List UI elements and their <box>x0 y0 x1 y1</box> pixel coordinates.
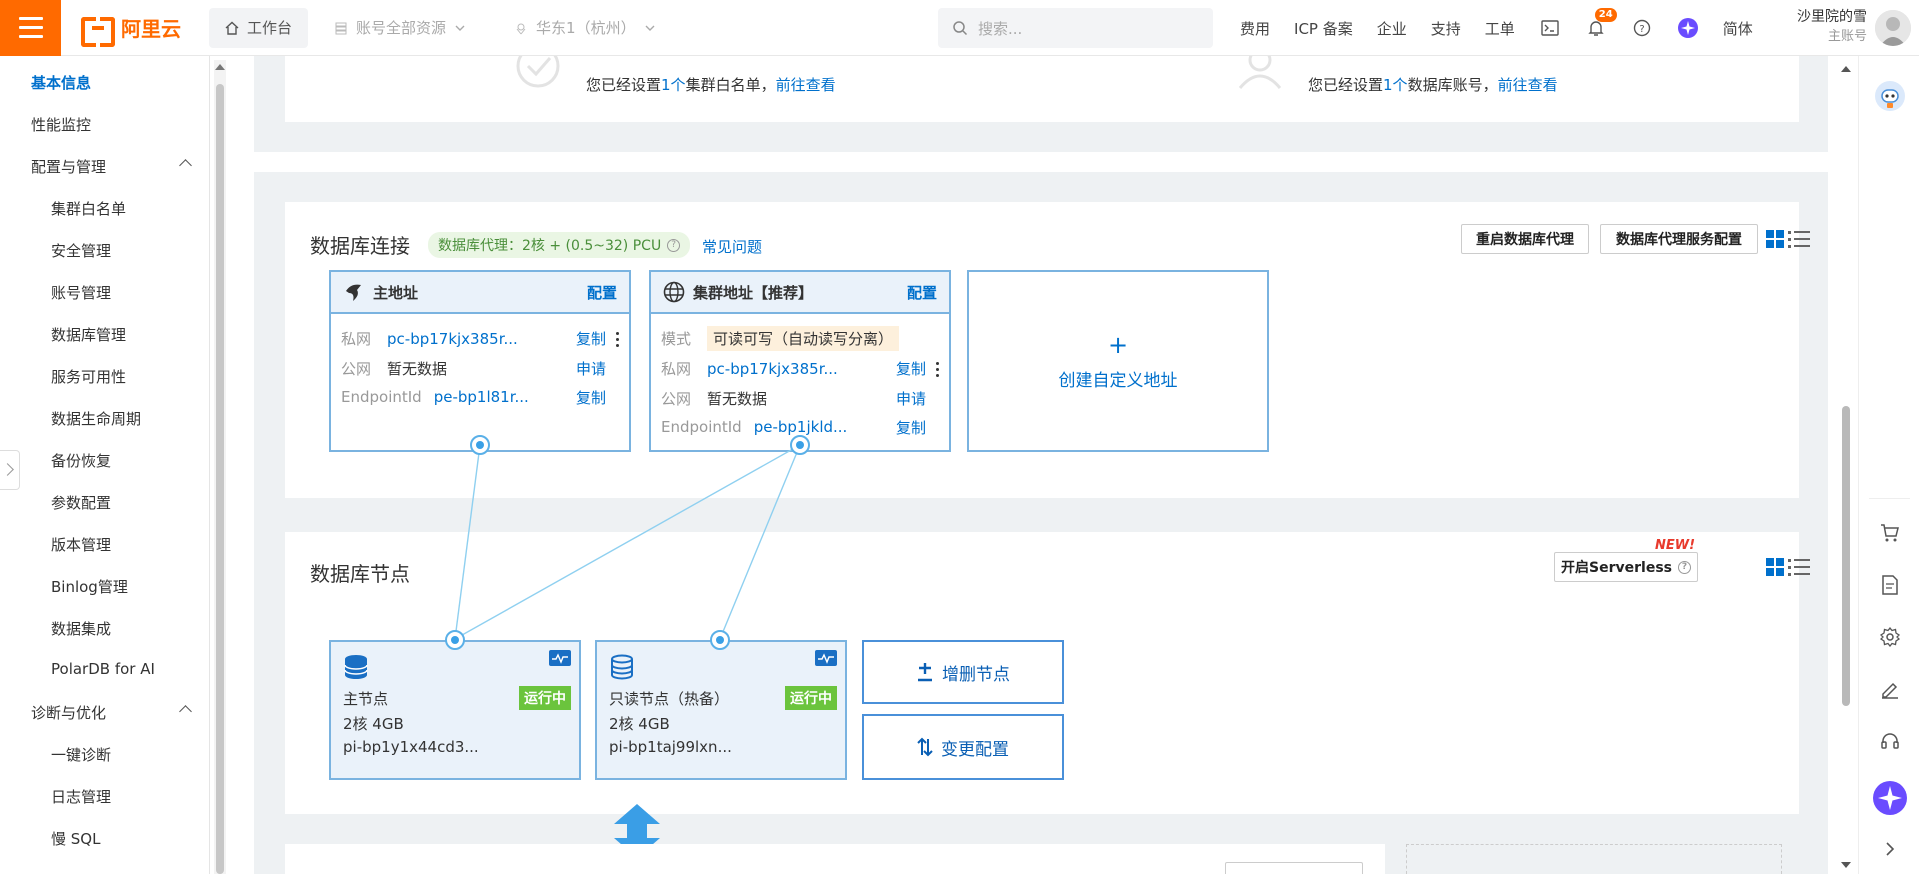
sidebar-item-databases[interactable]: 数据库管理 <box>0 324 210 345</box>
settings-icon[interactable] <box>1879 626 1901 648</box>
resource-selector[interactable]: 账号全部资源 <box>318 8 482 48</box>
logo-text: 阿里云 <box>121 17 181 41</box>
cart-icon[interactable] <box>1879 522 1901 544</box>
search-icon <box>953 21 968 36</box>
sidebar-group-config[interactable]: 配置与管理 <box>0 156 210 177</box>
ai-sparkle-icon[interactable] <box>1872 780 1908 816</box>
bottom-card <box>285 844 1385 874</box>
bottom-button[interactable] <box>1225 862 1363 874</box>
sidebar-item-backup[interactable]: 备份恢复 <box>0 450 210 471</box>
notification-badge: 24 <box>1594 8 1617 22</box>
layers-icon <box>335 22 347 34</box>
chevron-down-icon <box>645 25 655 31</box>
aliyun-logo-icon <box>81 16 115 47</box>
sidebar-item-integration[interactable]: 数据集成 <box>0 618 210 639</box>
sidebar-group-label: 配置与管理 <box>31 158 107 176</box>
bottom-dashed-card <box>1406 844 1782 874</box>
search-placeholder: 搜索... <box>978 19 1023 38</box>
logo[interactable]: 阿里云 <box>81 13 181 47</box>
toolbar-divider <box>1869 498 1910 499</box>
readonly-node-connector <box>710 630 730 650</box>
chevron-right-icon[interactable] <box>1879 838 1901 860</box>
sidebar-item-one-click-diagnosis[interactable]: 一键诊断 <box>0 744 210 765</box>
chevron-up-icon <box>179 159 192 172</box>
support-link[interactable]: 支持 <box>1431 18 1461 39</box>
sidebar-item-params[interactable]: 参数配置 <box>0 492 210 513</box>
sidebar-item-binlog[interactable]: Binlog管理 <box>0 576 210 597</box>
billing-link[interactable]: 费用 <box>1240 18 1270 39</box>
svg-text:?: ? <box>1639 24 1644 35</box>
language-switch[interactable]: 简体 <box>1723 18 1753 39</box>
topology-links <box>454 444 801 640</box>
workbench-label: 工作台 <box>247 19 293 37</box>
sidebar-item-logs[interactable]: 日志管理 <box>0 786 210 807</box>
sidebar-item-whitelist[interactable]: 集群白名单 <box>0 198 210 219</box>
resource-label: 账号全部资源 <box>356 19 447 37</box>
avatar[interactable] <box>1875 10 1911 46</box>
region-label: 华东1（杭州） <box>536 19 636 37</box>
sidebar-item-accounts[interactable]: 账号管理 <box>0 282 210 303</box>
primary-endpoint-connector <box>470 435 490 455</box>
main-content: 您已经设置1个集群白名单，前往查看 您已经设置1个数据库账号，前往查看 数据库连… <box>226 46 1858 874</box>
home-icon <box>225 21 239 35</box>
region-selector[interactable]: 华东1（杭州） <box>498 8 672 48</box>
bell-icon[interactable]: 24 <box>1585 8 1617 39</box>
chevron-down-icon <box>455 25 465 31</box>
menu-icon[interactable] <box>0 0 61 56</box>
top-bar: 阿里云 工作台 账号全部资源 华东1（杭州） 搜索... 费用 ICP 备案 企… <box>0 0 1919 56</box>
icp-link[interactable]: ICP 备案 <box>1294 18 1353 39</box>
top-links: 费用 ICP 备案 企业 支持 工单 24 ? 简体 <box>1240 8 1777 39</box>
headset-icon[interactable] <box>1879 730 1901 752</box>
user-menu[interactable]: 沙里院的雪 主账号 <box>1797 8 1867 46</box>
sidebar-item-basic-info[interactable]: 基本信息 <box>0 72 210 93</box>
sidebar-item-performance[interactable]: 性能监控 <box>0 114 210 135</box>
user-role: 主账号 <box>1827 29 1867 44</box>
main-scrollbar[interactable] <box>1840 56 1852 874</box>
edit-icon[interactable] <box>1879 678 1901 700</box>
sidebar-item-lifecycle[interactable]: 数据生命周期 <box>0 408 210 429</box>
sidebar-group-diagnosis[interactable]: 诊断与优化 <box>0 702 210 723</box>
sidebar-item-polardb-ai[interactable]: PolarDB for AI <box>0 660 210 678</box>
assistant-robot-icon[interactable] <box>1874 80 1906 112</box>
ticket-link[interactable]: 工单 <box>1485 18 1515 39</box>
document-icon[interactable] <box>1879 574 1901 596</box>
sidebar-group-label: 诊断与优化 <box>31 704 107 722</box>
terminal-icon[interactable] <box>1539 17 1561 39</box>
workbench-button[interactable]: 工作台 <box>209 7 309 48</box>
chevron-up-icon <box>179 705 192 718</box>
sidebar: 基本信息 性能监控 配置与管理 集群白名单 安全管理 账号管理 数据库管理 服务… <box>0 56 210 874</box>
sidebar-item-availability[interactable]: 服务可用性 <box>0 366 210 387</box>
sidebar-scrollbar[interactable] <box>214 60 226 874</box>
right-toolbar <box>1858 56 1919 874</box>
user-name: 沙里院的雪 <box>1797 9 1867 25</box>
primary-node-connector <box>445 630 465 650</box>
search-input[interactable]: 搜索... <box>938 8 1213 48</box>
help-icon[interactable]: ? <box>1631 17 1653 39</box>
sidebar-item-slow-sql[interactable]: 慢 SQL <box>0 828 210 849</box>
sidebar-expand-toggle[interactable] <box>0 450 20 490</box>
cluster-endpoint-connector <box>790 435 810 455</box>
enterprise-link[interactable]: 企业 <box>1377 18 1407 39</box>
sidebar-item-security[interactable]: 安全管理 <box>0 240 210 261</box>
sidebar-item-version[interactable]: 版本管理 <box>0 534 210 555</box>
location-icon <box>516 23 526 34</box>
ai-assistant-icon[interactable] <box>1677 17 1699 39</box>
